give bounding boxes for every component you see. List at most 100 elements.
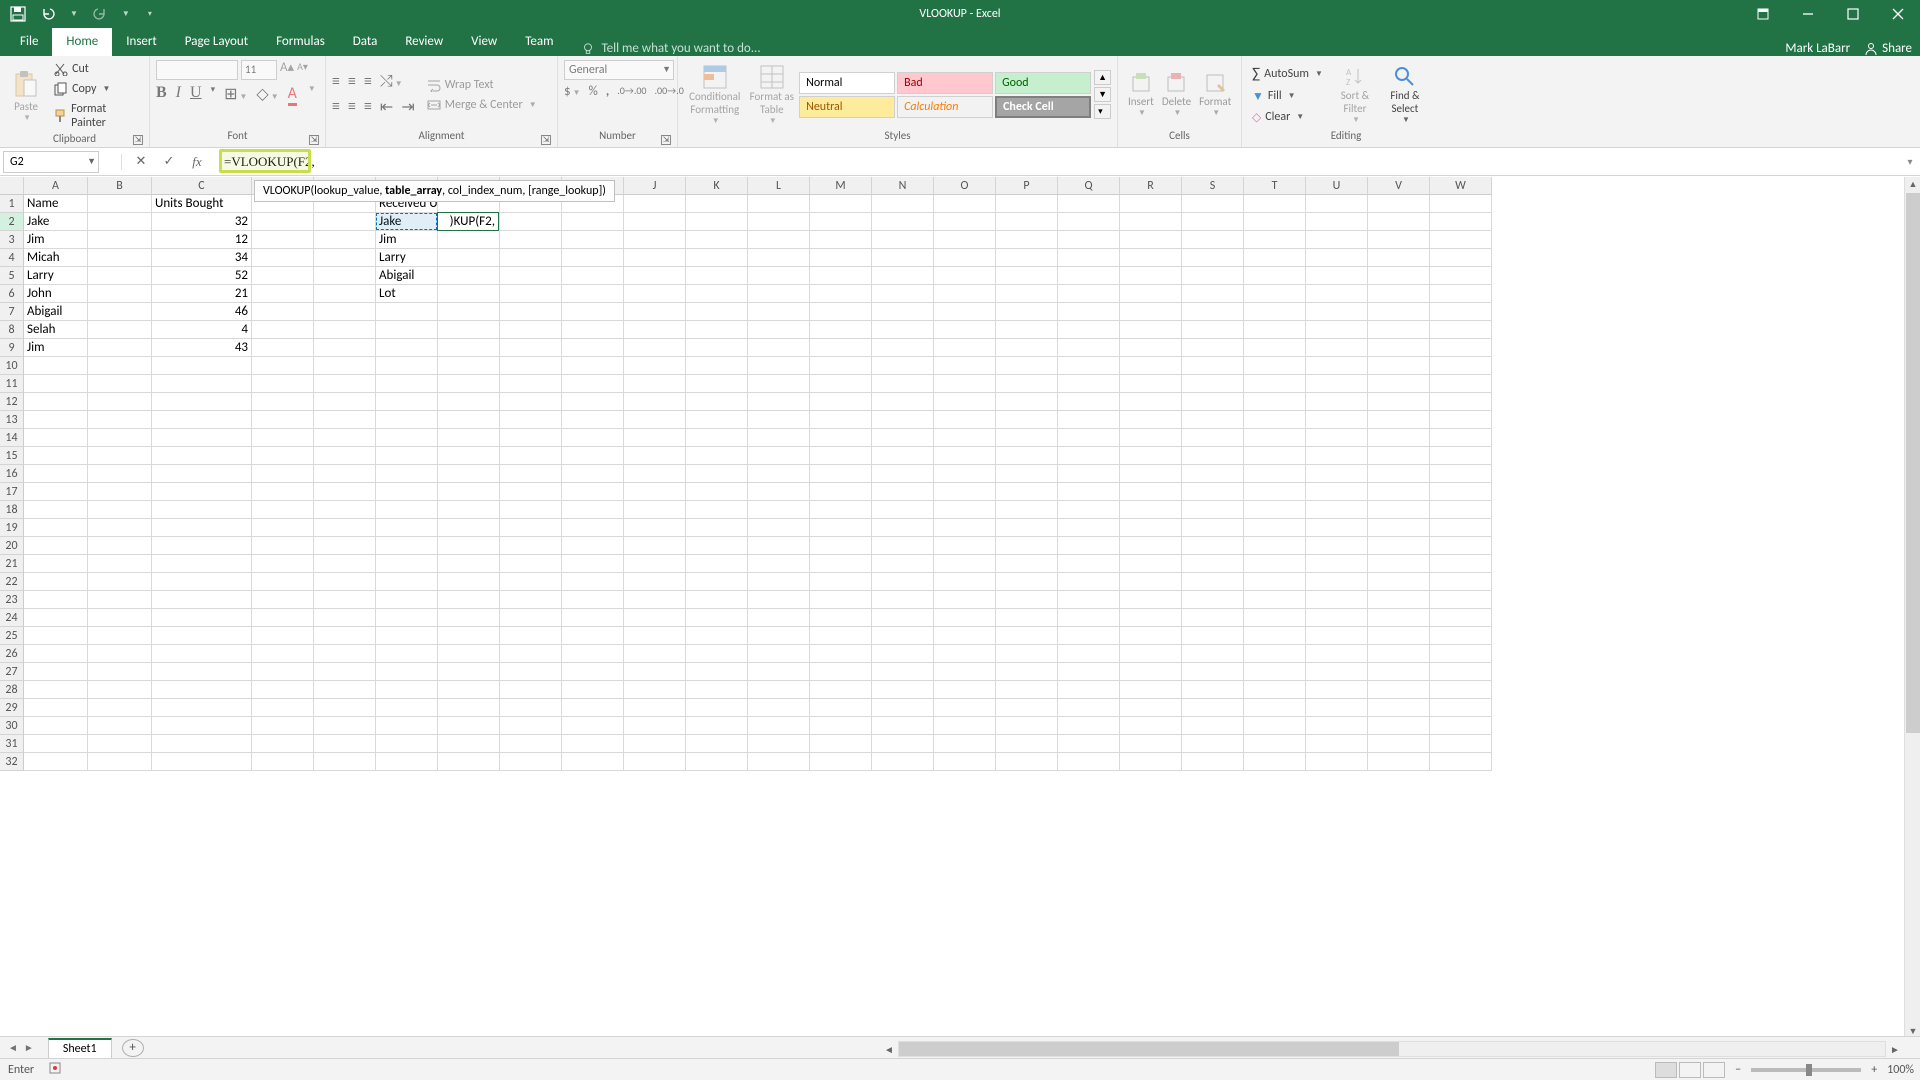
cell[interactable] bbox=[1244, 645, 1306, 663]
cell[interactable] bbox=[1058, 213, 1120, 231]
cell[interactable] bbox=[1306, 501, 1368, 519]
cell[interactable] bbox=[1058, 735, 1120, 753]
cell[interactable] bbox=[686, 249, 748, 267]
cell[interactable] bbox=[252, 573, 314, 591]
cell[interactable] bbox=[88, 573, 152, 591]
cell[interactable] bbox=[562, 699, 624, 717]
italic-button[interactable]: I bbox=[176, 84, 181, 106]
conditional-formatting-button[interactable]: Conditional Formatting▼ bbox=[684, 62, 746, 128]
cell[interactable] bbox=[748, 357, 810, 375]
cell[interactable] bbox=[500, 555, 562, 573]
cell[interactable] bbox=[1120, 411, 1182, 429]
cell[interactable] bbox=[438, 645, 500, 663]
cell[interactable] bbox=[1430, 591, 1492, 609]
tell-me-search[interactable]: Tell me what you want to do... bbox=[581, 41, 760, 56]
cell[interactable] bbox=[1244, 357, 1306, 375]
cell[interactable] bbox=[1244, 663, 1306, 681]
cell[interactable] bbox=[376, 429, 438, 447]
row-header[interactable]: 29 bbox=[0, 699, 24, 717]
cell[interactable] bbox=[1182, 483, 1244, 501]
cell[interactable] bbox=[872, 411, 934, 429]
cell[interactable] bbox=[438, 627, 500, 645]
cell[interactable] bbox=[624, 573, 686, 591]
cell[interactable] bbox=[1182, 735, 1244, 753]
cell[interactable] bbox=[562, 645, 624, 663]
cell[interactable] bbox=[934, 753, 996, 771]
cell[interactable] bbox=[314, 555, 376, 573]
cell[interactable] bbox=[1306, 645, 1368, 663]
macro-record-icon[interactable] bbox=[48, 1061, 62, 1079]
cell[interactable] bbox=[1058, 303, 1120, 321]
cell[interactable] bbox=[314, 483, 376, 501]
tab-team[interactable]: Team bbox=[511, 28, 567, 56]
cell[interactable] bbox=[1306, 717, 1368, 735]
row-header[interactable]: 14 bbox=[0, 429, 24, 447]
column-header[interactable]: Q bbox=[1058, 177, 1120, 195]
cell[interactable] bbox=[810, 285, 872, 303]
cell[interactable] bbox=[438, 357, 500, 375]
cell[interactable] bbox=[748, 573, 810, 591]
cell[interactable] bbox=[438, 303, 500, 321]
cell[interactable] bbox=[872, 609, 934, 627]
cell[interactable] bbox=[314, 465, 376, 483]
cell[interactable] bbox=[252, 627, 314, 645]
cell[interactable] bbox=[88, 717, 152, 735]
insert-cells-button[interactable]: Insert▼ bbox=[1124, 69, 1158, 120]
cell[interactable] bbox=[1306, 321, 1368, 339]
cell[interactable] bbox=[1244, 753, 1306, 771]
cell[interactable] bbox=[88, 699, 152, 717]
cell[interactable] bbox=[88, 321, 152, 339]
cell[interactable] bbox=[152, 681, 252, 699]
cell[interactable] bbox=[88, 519, 152, 537]
cell[interactable] bbox=[996, 321, 1058, 339]
cell[interactable] bbox=[88, 465, 152, 483]
cell[interactable] bbox=[314, 339, 376, 357]
cell[interactable] bbox=[872, 267, 934, 285]
cell[interactable] bbox=[872, 663, 934, 681]
cell[interactable] bbox=[88, 591, 152, 609]
currency-icon[interactable]: $▼ bbox=[564, 84, 581, 99]
cell[interactable] bbox=[1306, 609, 1368, 627]
cell[interactable] bbox=[314, 357, 376, 375]
cell[interactable] bbox=[934, 339, 996, 357]
row-header[interactable]: 17 bbox=[0, 483, 24, 501]
cell[interactable] bbox=[996, 375, 1058, 393]
cell[interactable] bbox=[152, 537, 252, 555]
cell[interactable] bbox=[1368, 465, 1430, 483]
cell[interactable] bbox=[314, 663, 376, 681]
share-button[interactable]: Share bbox=[1864, 41, 1912, 56]
cell[interactable] bbox=[314, 375, 376, 393]
cell[interactable] bbox=[996, 735, 1058, 753]
cell[interactable] bbox=[996, 411, 1058, 429]
cell[interactable] bbox=[1058, 645, 1120, 663]
cell[interactable] bbox=[1182, 375, 1244, 393]
cell[interactable] bbox=[1058, 501, 1120, 519]
font-color-icon[interactable]: A bbox=[288, 84, 297, 106]
cell[interactable] bbox=[314, 411, 376, 429]
cell[interactable] bbox=[686, 591, 748, 609]
cell[interactable] bbox=[872, 681, 934, 699]
cell[interactable] bbox=[500, 699, 562, 717]
cell[interactable] bbox=[1058, 519, 1120, 537]
cell[interactable] bbox=[1368, 627, 1430, 645]
cell[interactable] bbox=[1120, 465, 1182, 483]
align-left-icon[interactable]: ≡ bbox=[332, 97, 340, 117]
comma-icon[interactable]: , bbox=[606, 84, 609, 99]
cell[interactable] bbox=[1306, 195, 1368, 213]
row-header[interactable]: 25 bbox=[0, 627, 24, 645]
cell[interactable] bbox=[1244, 339, 1306, 357]
cell[interactable] bbox=[810, 303, 872, 321]
cell[interactable] bbox=[1244, 429, 1306, 447]
cell[interactable] bbox=[996, 681, 1058, 699]
cell[interactable] bbox=[996, 573, 1058, 591]
format-as-table-button[interactable]: Format as Table▼ bbox=[746, 62, 799, 128]
cell[interactable] bbox=[1430, 699, 1492, 717]
cell[interactable] bbox=[24, 627, 88, 645]
cell[interactable] bbox=[872, 357, 934, 375]
cell[interactable] bbox=[810, 609, 872, 627]
column-header[interactable]: W bbox=[1430, 177, 1492, 195]
cell[interactable] bbox=[438, 501, 500, 519]
row-header[interactable]: 4 bbox=[0, 249, 24, 267]
cell[interactable] bbox=[314, 753, 376, 771]
cell[interactable] bbox=[686, 537, 748, 555]
